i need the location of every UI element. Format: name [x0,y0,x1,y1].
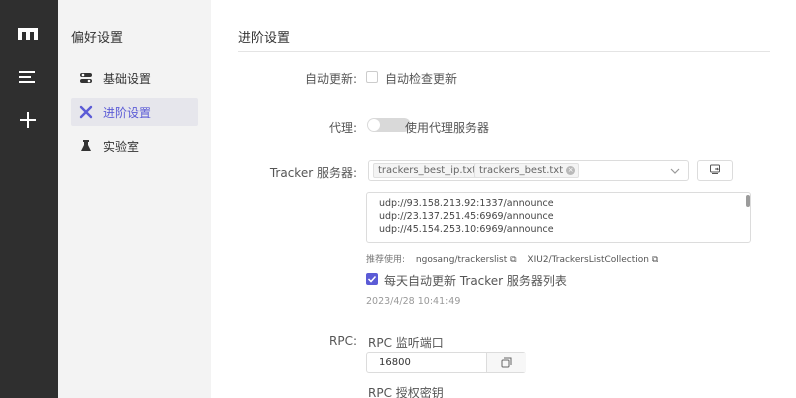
advanced-settings-panel: 进阶设置 自动更新: 自动检查更新 代理: 使用代理服务器 Tracker 服务… [211,0,796,398]
auto-update-label: 自动更新: [304,72,357,86]
toggle-knob [368,119,380,131]
random-port-button[interactable] [486,353,526,372]
preferences-sidebar: 偏好设置 基础设置 进阶设置 实验室 [58,0,211,398]
tracker-servers-textarea[interactable]: udp://93.158.213.92:1337/announce udp://… [366,192,751,243]
external-link-icon: ⧉ [651,255,659,265]
daily-update-label[interactable]: 每天自动更新 Tracker 服务器列表 [384,272,567,289]
title-divider [238,51,770,52]
daily-update-checkbox[interactable] [366,273,378,285]
sidebar-item-lab[interactable]: 实验室 [71,132,198,160]
rpc-port-label: RPC 监听端口 [368,336,444,350]
tracker-server-line: udp://23.137.251.45:6969/announce [379,211,554,222]
sync-icon [709,163,721,178]
sidebar-item-advanced[interactable]: 进阶设置 [71,98,198,126]
last-updated-timestamp: 2023/4/28 10:41:49 [366,296,461,307]
tracker-source-select[interactable]: trackers_best_ip.txt × trackers_best.txt… [368,160,689,181]
auto-update-checkbox[interactable] [366,71,378,83]
tracker-server-line: udp://93.158.213.92:1337/announce [379,198,554,209]
motrix-logo-icon[interactable] [16,22,40,46]
dice-icon [501,357,512,368]
tracker-source-tag: trackers_best.txt × [474,163,580,178]
toggle-settings-icon [79,71,93,85]
plus-icon[interactable] [16,108,40,132]
tracker-server-line: udp://45.154.253.10:6969/announce [379,224,554,235]
tag-label: trackers_best.txt [479,165,564,176]
proxy-label: 代理: [328,121,357,135]
sidebar-item-label: 基础设置 [103,71,152,86]
sidebar-item-label: 实验室 [103,139,140,154]
rpc-port-input[interactable]: 16800 [366,352,526,373]
tools-icon [79,105,93,119]
recommend-row: 推荐使用: ngosang/trackerslist ⧉ XIU2/Tracke… [366,252,658,265]
link-ngosang-trackerslist[interactable]: ngosang/trackerslist ⧉ [416,255,517,265]
external-link-icon: ⧉ [510,255,517,265]
tracker-label: Tracker 服务器: [269,166,357,180]
menu-icon[interactable] [16,65,40,89]
link-xiu2-trackerslistcollection[interactable]: XIU2/TrackersListCollection ⧉ [527,255,658,265]
recommend-label: 推荐使用: [366,255,406,265]
flask-icon [79,139,93,153]
rpc-label: RPC: [329,334,357,348]
app-rail [0,0,58,398]
page-title: 进阶设置 [238,31,291,46]
rpc-secret-label: RPC 授权密钥 [368,386,444,398]
checkmark-icon [367,275,377,283]
rpc-port-value[interactable]: 16800 [379,357,411,368]
sync-tracker-button[interactable] [697,160,733,181]
proxy-toggle-label: 使用代理服务器 [405,121,490,135]
auto-update-checkbox-label[interactable]: 自动检查更新 [385,70,457,87]
close-icon[interactable]: × [566,166,576,175]
sidebar-item-label: 进阶设置 [103,105,152,120]
chevron-down-icon[interactable] [670,165,680,179]
tag-label: trackers_best_ip.txt [378,165,477,176]
sidebar-item-basic[interactable]: 基础设置 [71,64,198,92]
textarea-scrollbar[interactable] [746,195,750,207]
sidebar-title: 偏好设置 [71,31,124,46]
